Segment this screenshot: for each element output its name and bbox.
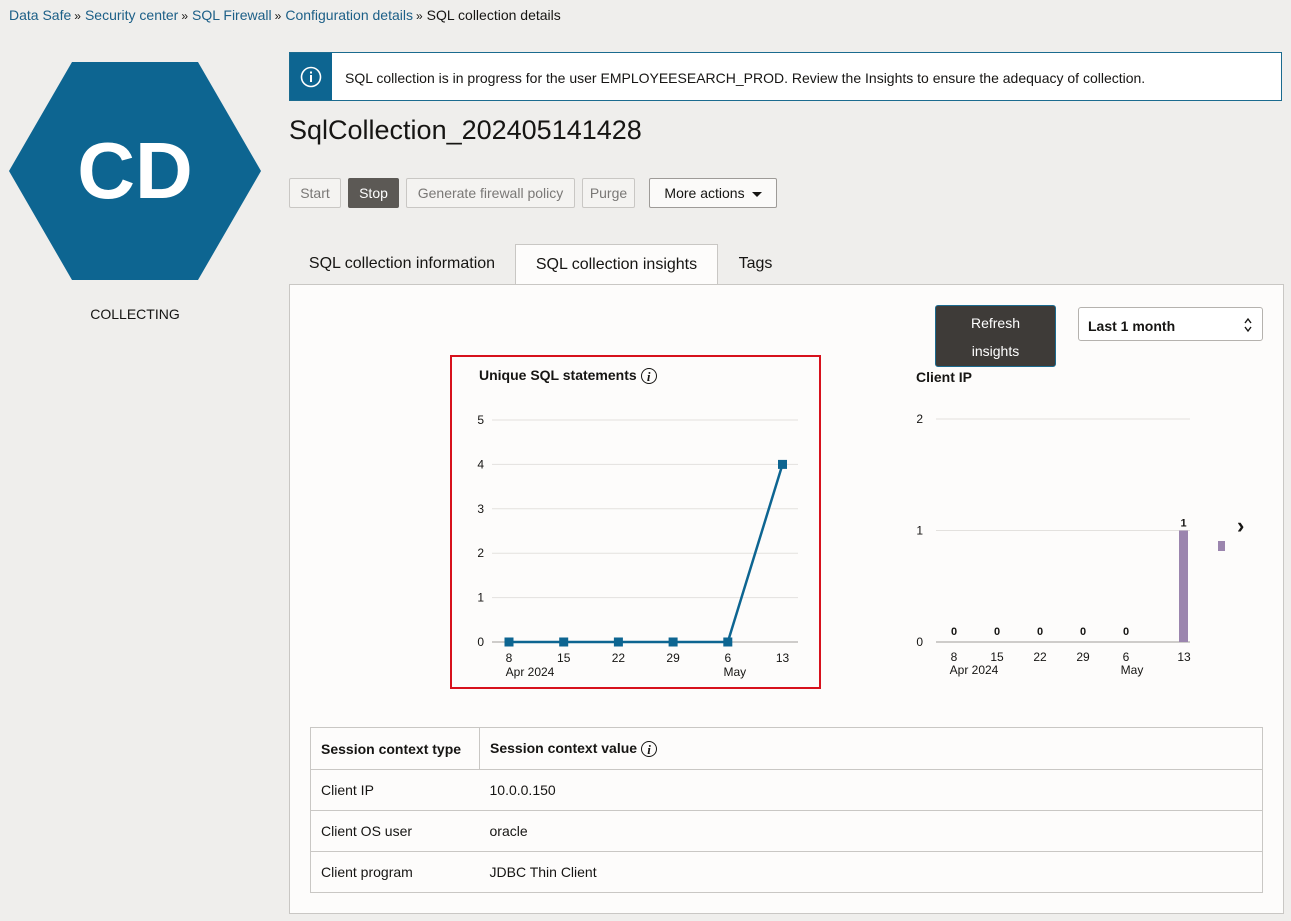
table-row: Client program JDBC Thin Client: [310, 851, 1263, 893]
badge-initials: CD: [77, 126, 193, 215]
breadcrumb-link-data-safe[interactable]: Data Safe: [9, 7, 71, 23]
start-button[interactable]: Start: [289, 178, 341, 208]
more-actions-label: More actions: [664, 185, 745, 201]
info-icon[interactable]: i: [640, 368, 657, 385]
page-title: SqlCollection_202405141428: [289, 115, 642, 145]
chart-title-unique-sql-text: Unique SQL statements: [479, 367, 637, 383]
more-actions-button[interactable]: More actions: [649, 178, 777, 208]
tab-sql-collection-insights[interactable]: SQL collection insights: [515, 244, 718, 286]
time-range-select[interactable]: Last 1 month: [1078, 307, 1263, 341]
breadcrumb-link-sql-firewall[interactable]: SQL Firewall: [192, 7, 272, 23]
breadcrumb-separator: »: [415, 9, 423, 23]
table-row: Client OS user oracle: [310, 810, 1263, 852]
table-header-row: Session context type Session context val…: [310, 727, 1263, 770]
table-cell: 10.0.0.150: [479, 769, 1263, 811]
column-header-value: Session context value i: [479, 727, 1263, 770]
breadcrumb-separator: »: [181, 9, 189, 23]
tab-tags[interactable]: Tags: [718, 244, 793, 285]
collection-status: COLLECTING: [90, 306, 180, 322]
breadcrumb-separator: »: [74, 9, 81, 23]
tab-sql-collection-information[interactable]: SQL collection information: [289, 244, 515, 285]
stop-button[interactable]: Stop: [348, 178, 399, 208]
highlighted-chart-frame: [450, 355, 821, 689]
breadcrumb-link-security-center[interactable]: Security center: [85, 7, 178, 23]
breadcrumb-link-configuration-details[interactable]: Configuration details: [285, 7, 413, 23]
caret-down-icon: [751, 191, 762, 197]
generate-firewall-policy-button[interactable]: Generate firewall policy: [406, 178, 575, 208]
table-cell: Client program: [310, 851, 480, 893]
table-cell: oracle: [479, 810, 1263, 852]
breadcrumb-separator: »: [274, 9, 282, 23]
info-banner: SQL collection is in progress for the us…: [289, 52, 1282, 101]
chart-title-unique-sql: Unique SQL statements i: [479, 367, 657, 385]
resource-badge: CD: [9, 62, 261, 280]
info-circle-icon: [300, 66, 322, 88]
time-range-value: Last 1 month: [1088, 318, 1176, 334]
column-header-type: Session context type: [310, 727, 480, 770]
chart-title-client-ip: Client IP: [916, 369, 973, 385]
refresh-label-line2: insights: [971, 343, 1020, 359]
chevron-right-icon[interactable]: ›: [1237, 513, 1244, 539]
purge-button[interactable]: Purge: [582, 178, 635, 208]
table-cell: Client OS user: [310, 810, 480, 852]
column-header-value-text: Session context value: [490, 739, 638, 756]
refresh-label-line1: Refresh: [970, 315, 1021, 331]
breadcrumb: Data Safe» Security center» SQL Firewall» C…: [9, 7, 561, 23]
info-strip: [290, 53, 332, 100]
table-cell: JDBC Thin Client: [479, 851, 1263, 893]
info-icon[interactable]: i: [641, 741, 658, 758]
refresh-insights-button[interactable]: Refresh insights: [935, 305, 1056, 367]
session-context-table: Session context type Session context val…: [310, 727, 1263, 893]
select-updown-icon: [1244, 317, 1252, 333]
banner-message: SQL collection is in progress for the us…: [345, 70, 1146, 86]
table-cell: Client IP: [310, 769, 480, 811]
breadcrumb-current: SQL collection details: [426, 7, 561, 23]
table-row: Client IP 10.0.0.150: [310, 769, 1263, 811]
